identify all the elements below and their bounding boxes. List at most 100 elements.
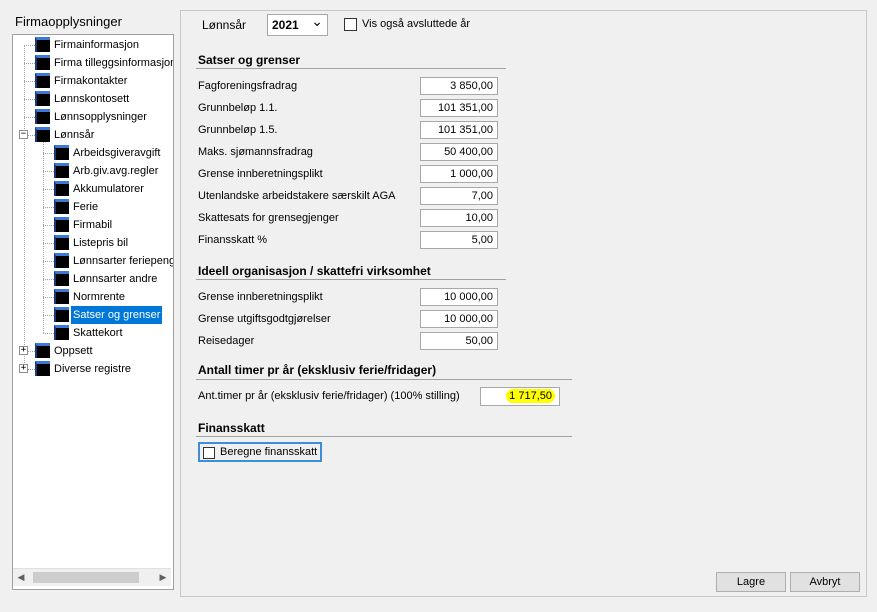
- field-label: Grunnbeløp 1.1.: [198, 102, 278, 114]
- year-dropdown[interactable]: 2021 ⌄: [267, 13, 328, 36]
- tree-item-label: Listepris bil: [73, 237, 129, 249]
- tree-connector: [43, 225, 54, 226]
- tree-connector: [43, 153, 54, 154]
- hours-label: Ant.timer pr år (eksklusiv ferie/fridage…: [198, 390, 460, 402]
- collapse-icon[interactable]: −: [19, 130, 28, 139]
- horizontal-scrollbar[interactable]: ◀ ▶: [13, 568, 171, 586]
- chevron-down-icon: ⌄: [311, 13, 323, 29]
- folder-icon: [54, 271, 69, 286]
- tree-item-label: Arb.giv.avg.regler: [73, 165, 159, 177]
- tree-item-label: Skattekort: [73, 327, 123, 339]
- tree-item-label: Ferie: [73, 201, 99, 213]
- value-field[interactable]: 3 850,00: [420, 77, 498, 95]
- value-field[interactable]: 1 000,00: [420, 165, 498, 183]
- folder-icon: [54, 235, 69, 250]
- tree-item-label: Lønnsarter feriepenger: [73, 255, 174, 267]
- field-label: Skattesats for grensegjenger: [198, 212, 339, 224]
- navigation-tree[interactable]: Firmainformasjon Firma tilleggsinformasjo…: [12, 34, 174, 590]
- tree-connector: [24, 45, 25, 369]
- section-title-hours: Antall timer pr år (eksklusiv ferie/frid…: [198, 363, 437, 377]
- tree-connector: [43, 279, 54, 280]
- expand-icon[interactable]: +: [19, 346, 28, 355]
- folder-icon: [54, 181, 69, 196]
- scroll-right-icon[interactable]: ▶: [155, 569, 171, 586]
- hours-field[interactable]: 1 717,50: [480, 387, 560, 406]
- folder-icon: [35, 55, 50, 70]
- folder-icon: [54, 307, 69, 322]
- tree-connector: [43, 297, 54, 298]
- value-field[interactable]: 10 000,00: [420, 310, 498, 328]
- folder-icon: [35, 91, 50, 106]
- tree-connector: [43, 243, 54, 244]
- folder-icon: [35, 361, 50, 376]
- tree-item-label: Firmabil: [73, 219, 113, 231]
- tree-item-label: Lønnsopplysninger: [54, 111, 147, 123]
- value-field[interactable]: 50 400,00: [420, 143, 498, 161]
- section-divider: [196, 379, 572, 380]
- folder-icon: [35, 37, 50, 52]
- calculate-finance-tax-checkbox[interactable]: [203, 447, 215, 459]
- section-title-ideal: Ideell organisasjon / skattefri virksomh…: [198, 264, 431, 278]
- field-label: Reisedager: [198, 335, 255, 347]
- tree-item-label: Firmainformasjon: [54, 39, 139, 51]
- tree-item-label: Akkumulatorer: [73, 183, 144, 195]
- folder-icon: [54, 217, 69, 232]
- folder-icon: [54, 289, 69, 304]
- tree-connector: [43, 171, 54, 172]
- value-field[interactable]: 101 351,00: [420, 99, 498, 117]
- value-field[interactable]: 50,00: [420, 332, 498, 350]
- folder-icon: [54, 163, 69, 178]
- folder-icon: [35, 109, 50, 124]
- folder-icon: [35, 127, 50, 142]
- tree-item-label: Arbeidsgiveravgift: [73, 147, 161, 159]
- tree-item-label: Firmakontakter: [54, 75, 128, 87]
- tree-connector: [24, 99, 35, 100]
- tree-item-label: Lønnskontosett: [54, 93, 130, 105]
- tree-connector: [24, 117, 35, 118]
- save-button[interactable]: Lagre: [716, 572, 786, 592]
- section-divider: [196, 279, 506, 280]
- tree-connector: [24, 63, 35, 64]
- field-label: Utenlandske arbeidstakere særskilt AGA: [198, 190, 396, 202]
- tree-item-label: Oppsett: [54, 345, 93, 357]
- tree-connector: [43, 189, 54, 190]
- scrollbar-thumb[interactable]: [33, 572, 139, 583]
- tree-item-label: Diverse registre: [54, 363, 132, 375]
- cancel-button[interactable]: Avbryt: [790, 572, 860, 592]
- details-panel: [180, 10, 867, 597]
- hours-value: 1 717,50: [506, 389, 555, 403]
- tree-item-label: Lønnsarter andre: [73, 273, 158, 285]
- tree-connector: [43, 315, 54, 316]
- scroll-left-icon[interactable]: ◀: [13, 569, 29, 586]
- show-closed-years-checkbox[interactable]: [344, 18, 357, 31]
- panel-title: Firmaopplysninger: [15, 14, 122, 29]
- tree-connector: [24, 45, 35, 46]
- calculate-finance-tax-option[interactable]: Beregne finansskatt: [198, 442, 322, 462]
- value-field[interactable]: 101 351,00: [420, 121, 498, 139]
- folder-icon: [35, 343, 50, 358]
- expand-icon[interactable]: +: [19, 364, 28, 373]
- year-value: 2021: [272, 18, 299, 32]
- field-label: Grense innberetningsplikt: [198, 291, 323, 303]
- section-title-finance: Finansskatt: [198, 421, 265, 435]
- tree-connector: [24, 81, 35, 82]
- tree-item-label: Lønnsår: [54, 129, 95, 141]
- calculate-finance-tax-label: Beregne finansskatt: [220, 446, 318, 458]
- value-field[interactable]: 7,00: [420, 187, 498, 205]
- tree-connector: [43, 142, 44, 333]
- tree-connector: [28, 135, 35, 136]
- folder-icon: [54, 199, 69, 214]
- folder-icon: [54, 145, 69, 160]
- value-field[interactable]: 10 000,00: [420, 288, 498, 306]
- tree-item-label: Satser og grenser: [71, 306, 163, 324]
- tree-connector: [28, 369, 35, 370]
- value-field[interactable]: 5,00: [420, 231, 498, 249]
- show-closed-years-label: Vis også avsluttede år: [362, 18, 471, 30]
- tree-connector: [28, 351, 35, 352]
- year-label: Lønnsår: [202, 18, 247, 32]
- section-divider: [196, 68, 506, 69]
- folder-icon: [35, 73, 50, 88]
- tree-item-label: Normrente: [73, 291, 125, 303]
- tree-connector: [43, 261, 54, 262]
- value-field[interactable]: 10,00: [420, 209, 498, 227]
